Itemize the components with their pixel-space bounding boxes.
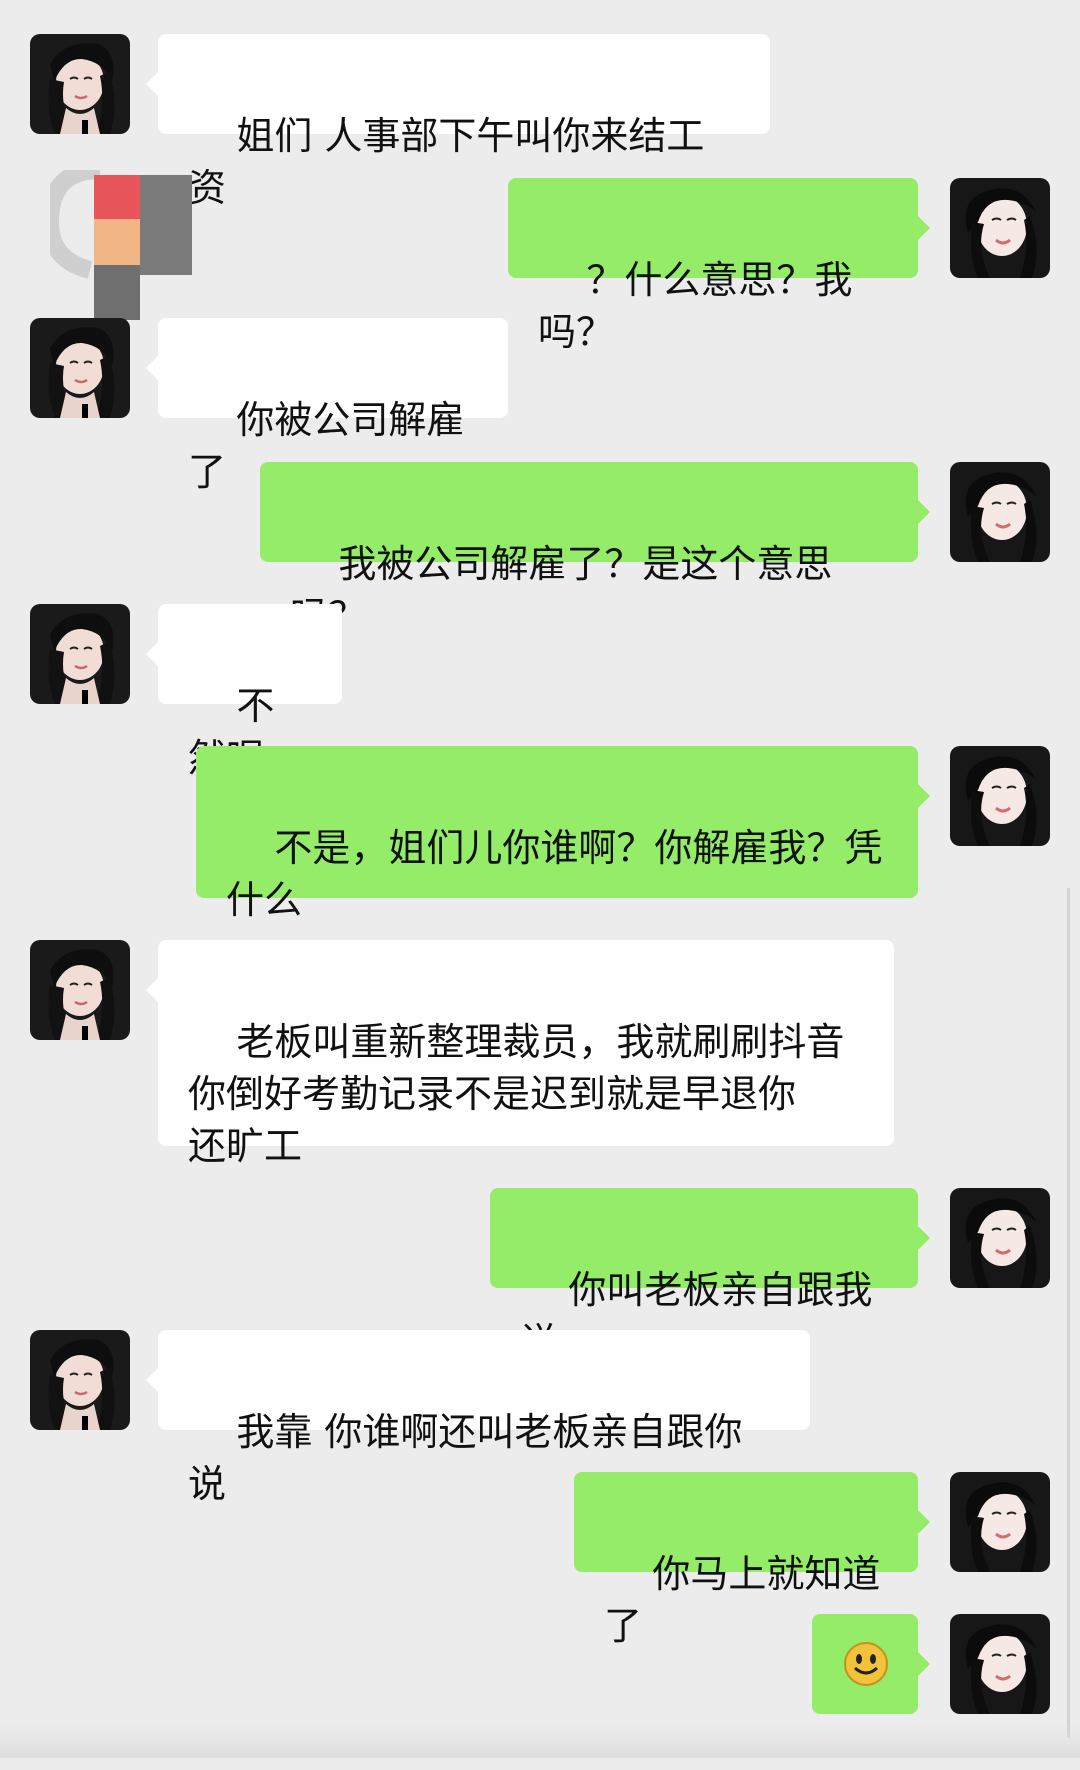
avatar-right[interactable] (950, 462, 1050, 562)
glitch-graphic (40, 161, 192, 320)
message-text: 不是，姐们儿你谁啊？你解雇我？凭什么 (226, 826, 883, 922)
chat-window: 姐们 人事部下午叫你来结工资 ？什么意思？我吗？ 你被公司解雇了 我被公司解雇了… (0, 0, 1080, 1758)
avatar-right[interactable] (950, 1614, 1050, 1714)
message-text: ？什么意思？我吗？ (538, 258, 853, 354)
avatar-woman-right-icon (950, 462, 1050, 562)
message-bubble-left[interactable]: 我靠 你谁啊还叫老板亲自跟你说 (146, 1330, 810, 1506)
avatar-left[interactable] (30, 1330, 130, 1430)
message-bubble-left[interactable]: 你被公司解雇了 (146, 318, 508, 494)
message-text: 我被公司解雇了？是这个意思吗？ (290, 542, 833, 638)
scrollbar-track[interactable] (1067, 888, 1070, 1738)
avatar-right[interactable] (950, 746, 1050, 846)
avatar-woman-right-icon (950, 1614, 1050, 1714)
avatar-woman-right-icon (950, 1472, 1050, 1572)
avatar-left[interactable] (30, 940, 130, 1040)
message-bubble-right[interactable]: 我被公司解雇了？是这个意思吗？ (260, 462, 930, 638)
avatar-left[interactable] (30, 604, 130, 704)
avatar-left[interactable] (30, 318, 130, 418)
smile-emoji-icon (844, 1642, 888, 1686)
message-bubble-right[interactable]: 你马上就知道了 (574, 1472, 930, 1648)
avatar-woman-left-icon (30, 34, 130, 134)
message-bubble-right[interactable]: ？什么意思？我吗？ (508, 178, 930, 354)
message-text: 老板叫重新整理裁员，我就刷刷抖音 你倒好考勤记录不是迟到就是早退你 还旷工 (188, 1020, 845, 1168)
avatar-woman-right-icon (950, 746, 1050, 846)
avatar-woman-left-icon (30, 940, 130, 1040)
glitch-image (40, 161, 192, 320)
avatar-right[interactable] (950, 178, 1050, 278)
message-bubble-left[interactable]: 姐们 人事部下午叫你来结工资 (146, 34, 770, 210)
avatar-woman-right-icon (950, 178, 1050, 278)
message-bubble-right[interactable]: 你叫老板亲自跟我说 (490, 1188, 930, 1364)
avatar-right[interactable] (950, 1188, 1050, 1288)
avatar-woman-right-icon (950, 1188, 1050, 1288)
avatar-woman-left-icon (30, 318, 130, 418)
bottom-gradient (0, 1724, 1080, 1758)
emoji-bubble-right[interactable] (812, 1614, 930, 1714)
message-bubble-right[interactable]: 不是，姐们儿你谁啊？你解雇我？凭什么 (196, 746, 930, 922)
avatar-woman-left-icon (30, 604, 130, 704)
message-bubble-left[interactable]: 不然呢 (146, 604, 342, 780)
message-bubble-left[interactable]: 老板叫重新整理裁员，我就刷刷抖音 你倒好考勤记录不是迟到就是早退你 还旷工 (146, 940, 894, 1168)
avatar-right[interactable] (950, 1472, 1050, 1572)
avatar-woman-left-icon (30, 1330, 130, 1430)
avatar-left[interactable] (30, 34, 130, 134)
